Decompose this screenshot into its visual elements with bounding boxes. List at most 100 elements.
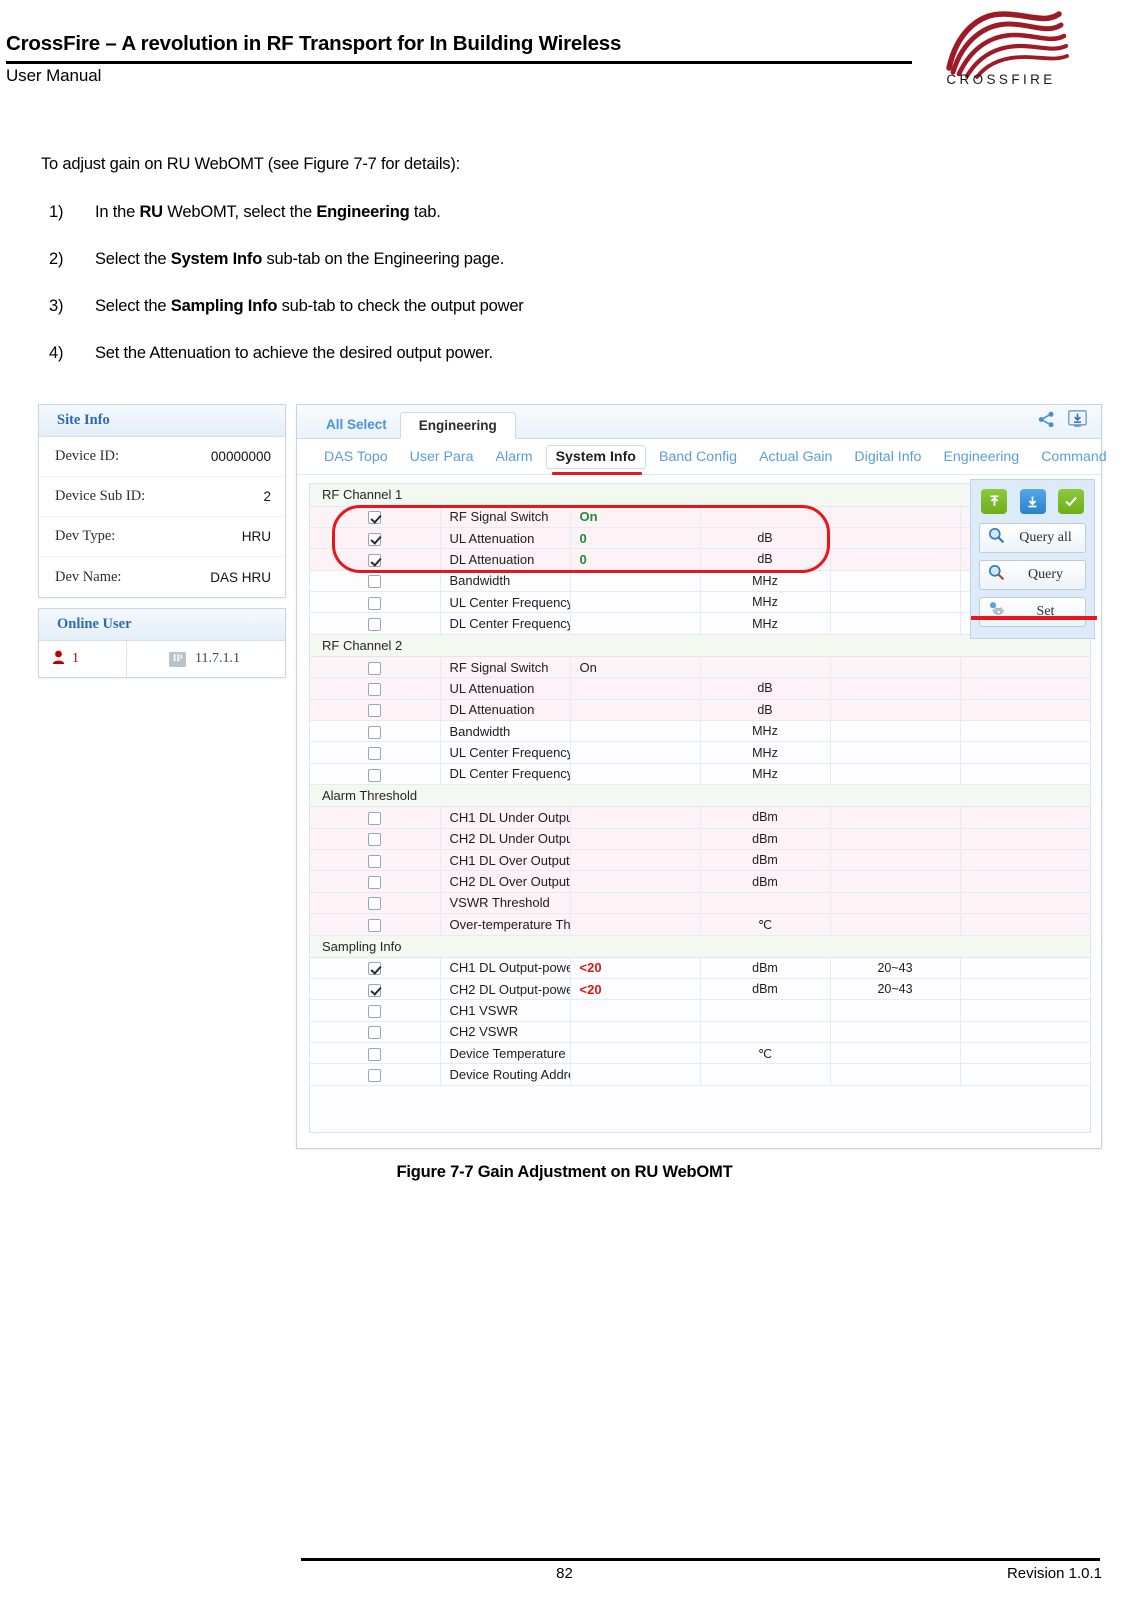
checkbox-icon[interactable] — [368, 532, 382, 546]
row-value-field[interactable] — [570, 870, 701, 893]
row-checkbox[interactable] — [310, 999, 441, 1022]
row-value-field[interactable] — [570, 913, 701, 936]
row-input-field[interactable] — [960, 957, 1090, 979]
row-checkbox[interactable] — [310, 527, 441, 550]
subtab-user-para[interactable]: User Para — [401, 445, 483, 469]
row-checkbox[interactable] — [310, 699, 441, 722]
download-icon[interactable] — [1019, 489, 1046, 514]
row-input-field[interactable] — [960, 741, 1090, 764]
row-checkbox[interactable] — [310, 806, 441, 829]
row-value-field[interactable] — [570, 720, 701, 743]
row-checkbox[interactable] — [310, 591, 441, 614]
checkbox-icon[interactable] — [368, 704, 382, 718]
checkbox-icon[interactable] — [368, 747, 382, 761]
row-value-field[interactable] — [570, 806, 701, 829]
checkbox-icon[interactable] — [368, 596, 382, 610]
row-checkbox[interactable] — [310, 656, 441, 679]
row-value-field[interactable]: 0 — [570, 527, 701, 550]
row-value-field[interactable] — [570, 849, 701, 872]
subtab-actual-gain[interactable]: Actual Gain — [750, 445, 841, 469]
row-input-field[interactable] — [960, 849, 1090, 872]
row-value-field[interactable]: On — [570, 506, 701, 528]
subtab-das-topo[interactable]: DAS Topo — [315, 445, 397, 469]
upload-icon[interactable] — [981, 489, 1007, 514]
row-checkbox[interactable] — [310, 612, 441, 635]
checkbox-icon[interactable] — [368, 618, 382, 632]
row-input-field[interactable] — [960, 656, 1090, 679]
checkbox-icon[interactable] — [368, 1026, 382, 1040]
checkbox-icon[interactable] — [368, 918, 382, 932]
row-input-field[interactable] — [960, 763, 1090, 786]
query-all-button[interactable]: Query all — [979, 523, 1086, 553]
row-value-field[interactable] — [570, 591, 701, 614]
checkbox-icon[interactable] — [368, 876, 382, 890]
checkbox-icon[interactable] — [368, 1069, 382, 1083]
row-input-field[interactable] — [960, 870, 1090, 893]
export-monitor-icon[interactable] — [1068, 410, 1087, 433]
checkbox-icon[interactable] — [368, 511, 382, 525]
row-value-field[interactable] — [570, 570, 701, 593]
row-value-field[interactable]: <20 — [570, 957, 701, 979]
row-checkbox[interactable] — [310, 720, 441, 743]
row-value-field[interactable] — [570, 999, 701, 1022]
row-checkbox[interactable] — [310, 1021, 441, 1044]
checkbox-icon[interactable] — [368, 854, 382, 868]
checkbox-icon[interactable] — [368, 1005, 382, 1019]
confirm-check-icon[interactable] — [1058, 489, 1084, 514]
checkbox-icon[interactable] — [368, 811, 382, 825]
row-value-field[interactable]: <20 — [570, 978, 701, 1001]
row-value-field[interactable] — [570, 1042, 701, 1065]
row-checkbox[interactable] — [310, 978, 441, 1001]
checkbox-icon[interactable] — [368, 1047, 382, 1061]
checkbox-icon[interactable] — [368, 682, 382, 696]
row-checkbox[interactable] — [310, 1042, 441, 1065]
row-input-field[interactable] — [960, 999, 1090, 1022]
share-icon[interactable] — [1038, 411, 1055, 433]
row-input-field[interactable] — [960, 978, 1090, 1001]
row-input-field[interactable] — [960, 1063, 1090, 1086]
tab-all-select[interactable]: All Select — [313, 411, 400, 438]
row-checkbox[interactable] — [310, 763, 441, 786]
row-value-field[interactable]: 0 — [570, 548, 701, 571]
row-value-field[interactable] — [570, 612, 701, 635]
checkbox-icon[interactable] — [368, 833, 382, 847]
subtab-alarm[interactable]: Alarm — [487, 445, 542, 469]
row-checkbox[interactable] — [310, 870, 441, 893]
query-button[interactable]: Query — [979, 560, 1086, 590]
row-input-field[interactable] — [960, 892, 1090, 915]
row-value-field[interactable] — [570, 1021, 701, 1044]
checkbox-icon[interactable] — [368, 554, 382, 567]
row-input-field[interactable] — [960, 1021, 1090, 1044]
row-checkbox[interactable] — [310, 828, 441, 850]
row-input-field[interactable] — [960, 677, 1090, 700]
row-input-field[interactable] — [960, 1042, 1090, 1065]
row-checkbox[interactable] — [310, 570, 441, 593]
row-value-field[interactable] — [570, 763, 701, 786]
row-checkbox[interactable] — [310, 1063, 441, 1086]
tab-engineering[interactable]: Engineering — [399, 412, 516, 439]
subtab-system-info[interactable]: System Info — [545, 444, 646, 469]
row-input-field[interactable] — [960, 913, 1090, 936]
subtab-band-config[interactable]: Band Config — [650, 445, 746, 469]
row-value-field[interactable]: On — [570, 656, 701, 679]
row-value-field[interactable] — [570, 1063, 701, 1086]
row-value-field[interactable] — [570, 741, 701, 764]
row-value-field[interactable] — [570, 828, 701, 850]
subtab-engineering[interactable]: Engineering — [934, 445, 1028, 469]
row-checkbox[interactable] — [310, 849, 441, 872]
checkbox-icon[interactable] — [368, 768, 382, 782]
row-checkbox[interactable] — [310, 677, 441, 700]
subtab-digital-info[interactable]: Digital Info — [845, 445, 930, 469]
checkbox-icon[interactable] — [368, 575, 382, 589]
row-input-field[interactable] — [960, 828, 1090, 850]
row-checkbox[interactable] — [310, 913, 441, 936]
row-input-field[interactable] — [960, 699, 1090, 722]
row-input-field[interactable] — [960, 806, 1090, 829]
checkbox-icon[interactable] — [368, 725, 382, 739]
row-checkbox[interactable] — [310, 957, 441, 979]
row-value-field[interactable] — [570, 892, 701, 915]
row-input-field[interactable] — [960, 720, 1090, 743]
checkbox-icon[interactable] — [368, 661, 382, 675]
checkbox-icon[interactable] — [368, 962, 382, 976]
checkbox-icon[interactable] — [368, 983, 382, 997]
